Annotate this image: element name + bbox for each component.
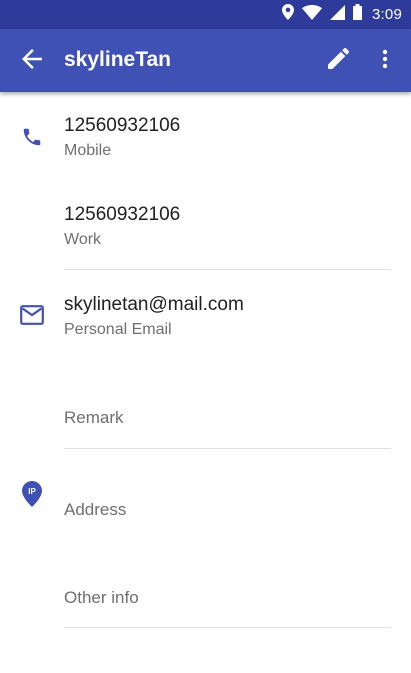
pencil-icon bbox=[327, 47, 349, 74]
status-bar: 3:09 bbox=[0, 0, 411, 29]
address-field[interactable]: IP Address bbox=[0, 449, 411, 537]
other-info-field[interactable]: Other info bbox=[0, 537, 411, 627]
phone-icon bbox=[18, 123, 46, 151]
remark-hint: Remark bbox=[64, 408, 124, 427]
cell-signal-icon bbox=[330, 4, 345, 25]
location-icon bbox=[282, 4, 294, 25]
email-icon bbox=[18, 301, 46, 329]
phone-type: Mobile bbox=[64, 142, 112, 159]
phone-row-mobile[interactable]: 12560932106 Mobile bbox=[0, 92, 411, 180]
status-time: 3:09 bbox=[372, 6, 402, 23]
phone-row-work[interactable]: 12560932106 Work bbox=[0, 180, 411, 270]
address-pin-icon: IP bbox=[18, 480, 46, 508]
divider bbox=[64, 627, 391, 628]
more-vertical-icon bbox=[382, 49, 388, 74]
address-hint: Address bbox=[64, 500, 127, 519]
phone-number: 12560932106 bbox=[64, 204, 181, 225]
phone-number: 12560932106 bbox=[64, 115, 181, 136]
contact-details: 12560932106 Mobile 12560932106 Work skyl… bbox=[0, 92, 411, 673]
remark-field[interactable]: Remark bbox=[0, 358, 411, 448]
back-button[interactable] bbox=[17, 46, 47, 76]
app-bar: skylineTan bbox=[0, 29, 411, 92]
email-type: Personal Email bbox=[64, 321, 172, 338]
email-address: skylinetan@mail.com bbox=[64, 294, 244, 315]
wifi-icon bbox=[302, 4, 322, 25]
arrow-back-icon bbox=[22, 48, 42, 74]
svg-text:IP: IP bbox=[28, 487, 36, 496]
email-row[interactable]: skylinetan@mail.com Personal Email bbox=[0, 270, 411, 358]
status-icons: 3:09 bbox=[282, 0, 402, 29]
other-info-hint: Other info bbox=[64, 588, 139, 607]
edit-button[interactable] bbox=[323, 46, 353, 76]
battery-icon bbox=[353, 4, 362, 25]
phone-type: Work bbox=[64, 231, 102, 248]
more-options-button[interactable] bbox=[372, 46, 398, 76]
page-title: skylineTan bbox=[64, 48, 171, 71]
